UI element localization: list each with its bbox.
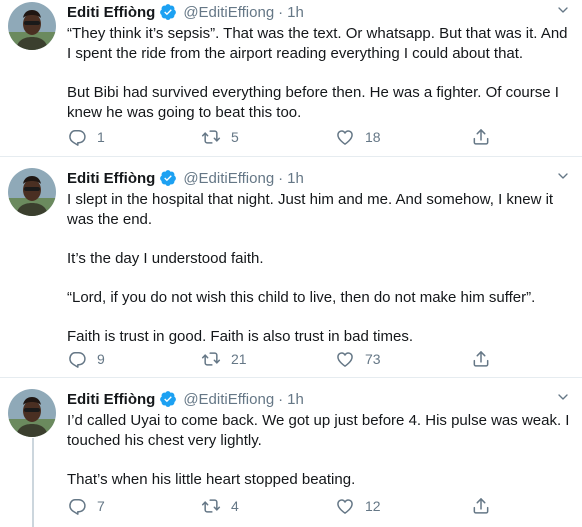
reply-icon [67,349,87,369]
separator-dot: · [278,169,284,187]
like-button[interactable]: 18 [335,127,381,147]
reply-icon [67,127,87,147]
reply-icon [67,496,87,516]
avatar[interactable] [8,389,56,437]
reply-count: 9 [97,351,105,367]
share-button[interactable] [471,349,491,369]
reply-button[interactable]: 1 [67,127,105,147]
share-button[interactable] [471,496,491,516]
tweet[interactable]: Editi Effiòng @EditiEffiong · 1h “They t… [0,0,582,154]
tweet-actions: 7 4 12 [67,496,507,520]
tweet-paragraph: It’s the day I understood faith. [67,250,264,267]
tweet-paragraph: That’s when his little heart stopped bea… [67,471,356,488]
verified-badge-icon [159,390,177,408]
retweet-count: 5 [231,129,239,145]
heart-icon [335,496,355,516]
retweet-count: 21 [231,351,247,367]
heart-icon [335,349,355,369]
reply-button[interactable]: 7 [67,496,105,516]
retweet-icon [201,349,221,369]
tweet-header: Editi Effiòng @EditiEffiong · 1h [67,168,575,188]
tweet[interactable]: Editi Effiòng @EditiEffiong · 1h I’d cal… [0,378,582,527]
tweet-paragraph: I slept in the hospital that night. Just… [67,191,554,228]
author-handle[interactable]: @EditiEffiong [183,391,274,408]
thread-connector [32,438,34,527]
share-icon [471,349,491,369]
author-name[interactable]: Editi Effiòng [67,170,155,187]
separator-dot: · [278,3,284,21]
tweet-actions: 1 5 18 [67,127,507,151]
tweet-text: I slept in the hospital that night. Just… [67,190,575,347]
retweet-button[interactable]: 21 [201,349,247,369]
tweet-paragraph: But Bibi had survived everything before … [67,84,559,121]
retweet-button[interactable]: 4 [201,496,239,516]
author-name[interactable]: Editi Effiòng [67,4,155,21]
tweet-paragraph: I’d called Uyai to come back. We got up … [67,412,570,449]
like-count: 12 [365,498,381,514]
verified-badge-icon [159,169,177,187]
timestamp[interactable]: 1h [287,391,304,408]
reply-button[interactable]: 9 [67,349,105,369]
tweet-header: Editi Effiòng @EditiEffiong · 1h [67,389,575,409]
tweet-text: “They think it’s sepsis”. That was the t… [67,24,575,123]
tweet-text: I’d called Uyai to come back. We got up … [67,411,575,490]
timestamp[interactable]: 1h [287,4,304,21]
tweet-paragraph: Faith is trust in good. Faith is also tr… [67,328,413,345]
retweet-icon [201,496,221,516]
author-handle[interactable]: @EditiEffiong [183,170,274,187]
reply-count: 7 [97,498,105,514]
like-count: 73 [365,351,381,367]
share-icon [471,496,491,516]
verified-badge-icon [159,3,177,21]
like-button[interactable]: 73 [335,349,381,369]
timestamp[interactable]: 1h [287,170,304,187]
avatar[interactable] [8,2,56,50]
retweet-icon [201,127,221,147]
chevron-down-icon[interactable] [555,2,571,18]
like-button[interactable]: 12 [335,496,381,516]
reply-count: 1 [97,129,105,145]
tweet-paragraph: “Lord, if you do not wish this child to … [67,289,536,306]
like-count: 18 [365,129,381,145]
heart-icon [335,127,355,147]
avatar[interactable] [8,168,56,216]
author-name[interactable]: Editi Effiòng [67,391,155,408]
chevron-down-icon[interactable] [555,168,571,184]
tweet-paragraph: “They think it’s sepsis”. That was the t… [67,25,568,62]
tweet[interactable]: Editi Effiòng @EditiEffiong · 1h I slept… [0,157,582,375]
retweet-count: 4 [231,498,239,514]
author-handle[interactable]: @EditiEffiong [183,4,274,21]
tweet-header: Editi Effiòng @EditiEffiong · 1h [67,2,575,22]
retweet-button[interactable]: 5 [201,127,239,147]
share-button[interactable] [471,127,491,147]
share-icon [471,127,491,147]
tweet-actions: 9 21 73 [67,349,507,373]
separator-dot: · [278,390,284,408]
chevron-down-icon[interactable] [555,389,571,405]
